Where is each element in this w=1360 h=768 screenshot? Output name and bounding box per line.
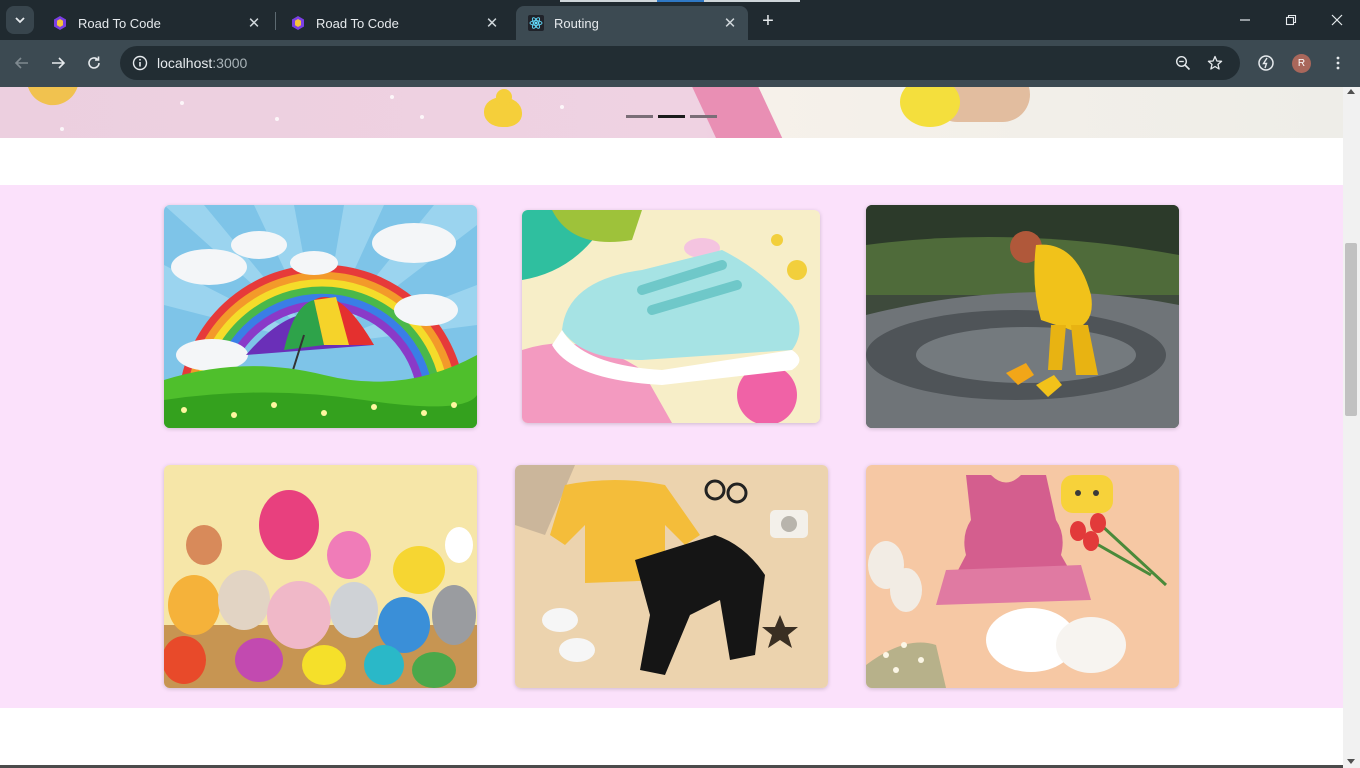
reload-icon bbox=[88, 56, 100, 69]
baby-sneakers-image bbox=[522, 210, 820, 423]
raincoat-child-image bbox=[866, 205, 1179, 428]
page-viewport bbox=[0, 87, 1343, 768]
tab-title: Road To Code bbox=[316, 15, 399, 31]
tab-separator bbox=[275, 12, 276, 30]
carousel-indicators bbox=[626, 115, 717, 118]
close-tab-icon[interactable]: ✕ bbox=[720, 13, 740, 33]
gallery-image-rainbow-umbrella[interactable] bbox=[164, 205, 477, 428]
scroll-down-arrow-icon[interactable] bbox=[1347, 759, 1355, 764]
hexagon-favicon-icon bbox=[292, 16, 304, 30]
close-tab-icon[interactable]: ✕ bbox=[482, 13, 502, 33]
tab-search-button[interactable] bbox=[6, 6, 34, 34]
performance-icon bbox=[1258, 55, 1274, 71]
url-host: localhost bbox=[157, 55, 213, 71]
bookmark-button[interactable] bbox=[1204, 52, 1226, 74]
tab-title: Routing bbox=[554, 15, 599, 31]
sweater-outfit-image bbox=[515, 465, 828, 688]
hero-carousel bbox=[0, 87, 1343, 138]
sparkle-dot bbox=[560, 105, 564, 109]
hexagon-favicon-icon bbox=[54, 16, 66, 30]
reload-button[interactable] bbox=[80, 49, 108, 77]
tab-title: Road To Code bbox=[78, 15, 161, 31]
extensions-button[interactable] bbox=[1254, 51, 1278, 75]
close-tab-icon[interactable]: ✕ bbox=[244, 13, 264, 33]
tab-road-to-code-1[interactable]: Road To Code ✕ bbox=[40, 6, 272, 40]
url-port: :3000 bbox=[212, 55, 248, 71]
page-scrollbar[interactable] bbox=[1343, 87, 1360, 768]
rubber-duck-illustration bbox=[484, 89, 522, 127]
react-favicon-icon bbox=[528, 15, 544, 31]
close-icon bbox=[1331, 14, 1343, 26]
tab-strip: Road To Code ✕ Road To Code ✕ Routing ✕ … bbox=[0, 0, 1360, 40]
url-text[interactable]: localhost:3000 bbox=[157, 55, 247, 71]
scrollbar-thumb[interactable] bbox=[1345, 243, 1357, 416]
pink-dress-image bbox=[866, 465, 1179, 688]
sparkle-dot bbox=[180, 101, 184, 105]
chevron-down-icon bbox=[15, 17, 25, 24]
sparkle-dot bbox=[420, 115, 424, 119]
stuffed-toys-image bbox=[164, 465, 477, 688]
carousel-indicator-1[interactable] bbox=[626, 115, 653, 118]
zoom-out-icon bbox=[1175, 55, 1191, 71]
gallery-image-sweater-outfit[interactable] bbox=[515, 465, 828, 688]
sparkle-dot bbox=[275, 117, 279, 121]
info-icon bbox=[132, 55, 148, 71]
browser-menu-button[interactable] bbox=[1326, 51, 1350, 75]
rainbow-umbrella-image bbox=[164, 205, 477, 428]
minimize-icon bbox=[1240, 19, 1250, 21]
banner-pink-edge bbox=[673, 87, 787, 138]
forward-button[interactable] bbox=[44, 49, 72, 77]
close-window-button[interactable] bbox=[1314, 0, 1360, 40]
arrow-right-icon bbox=[52, 57, 66, 69]
gallery-image-stuffed-toys[interactable] bbox=[164, 465, 477, 688]
restore-button[interactable] bbox=[1268, 0, 1314, 40]
arrow-left-icon bbox=[14, 57, 28, 69]
tab-routing[interactable]: Routing ✕ bbox=[516, 6, 748, 40]
gallery-image-raincoat-child[interactable] bbox=[866, 205, 1179, 428]
moon-illustration bbox=[24, 87, 84, 110]
minimize-button[interactable] bbox=[1222, 0, 1268, 40]
sparkle-dot bbox=[390, 95, 394, 99]
tab-road-to-code-2[interactable]: Road To Code ✕ bbox=[278, 6, 510, 40]
product-gallery bbox=[0, 185, 1343, 708]
profile-avatar[interactable]: R bbox=[1292, 54, 1311, 73]
zoom-button[interactable] bbox=[1172, 52, 1194, 74]
carousel-indicator-3[interactable] bbox=[690, 115, 717, 118]
gallery-image-baby-sneakers[interactable] bbox=[522, 210, 820, 423]
scroll-up-arrow-icon[interactable] bbox=[1347, 89, 1355, 94]
site-info-button[interactable] bbox=[128, 51, 152, 75]
sparkle-dot bbox=[60, 127, 64, 131]
restore-icon bbox=[1285, 14, 1297, 26]
more-vertical-icon bbox=[1336, 56, 1340, 70]
address-bar[interactable]: localhost:3000 bbox=[120, 46, 1240, 80]
browser-toolbar: localhost:3000 R bbox=[0, 40, 1360, 87]
carousel-indicator-2[interactable] bbox=[658, 115, 685, 118]
gallery-image-pink-dress[interactable] bbox=[866, 465, 1179, 688]
star-icon bbox=[1207, 55, 1223, 70]
back-button[interactable] bbox=[8, 49, 36, 77]
tab-strip-highlight-accent bbox=[657, 0, 704, 2]
new-tab-button[interactable]: + bbox=[756, 9, 780, 33]
